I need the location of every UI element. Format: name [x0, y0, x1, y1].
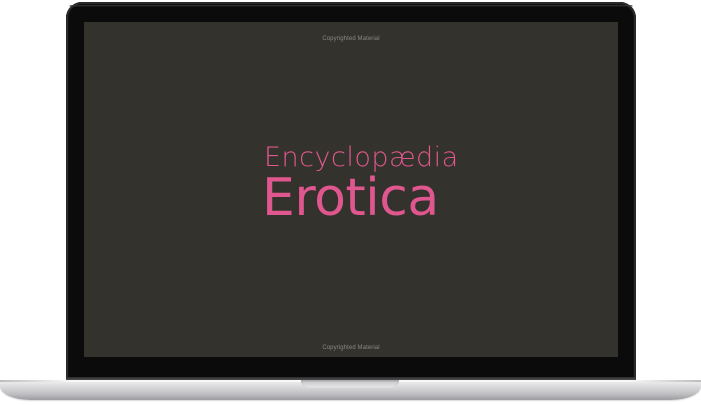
- title-line-encyclopaedia: Encyclopædia: [264, 142, 459, 173]
- laptop-mockup: Copyrighted Material Encyclopædia Erotic…: [0, 0, 701, 405]
- watermark-bottom: Copyrighted Material: [322, 345, 380, 351]
- lid-highlight: [69, 5, 633, 7]
- laptop-screen: Copyrighted Material Encyclopædia Erotic…: [84, 22, 618, 357]
- title-line-erotica: Erotica: [262, 168, 439, 228]
- lid-opening-notch: [301, 380, 399, 388]
- watermark-top: Copyrighted Material: [322, 36, 380, 42]
- laptop-base: [0, 380, 701, 400]
